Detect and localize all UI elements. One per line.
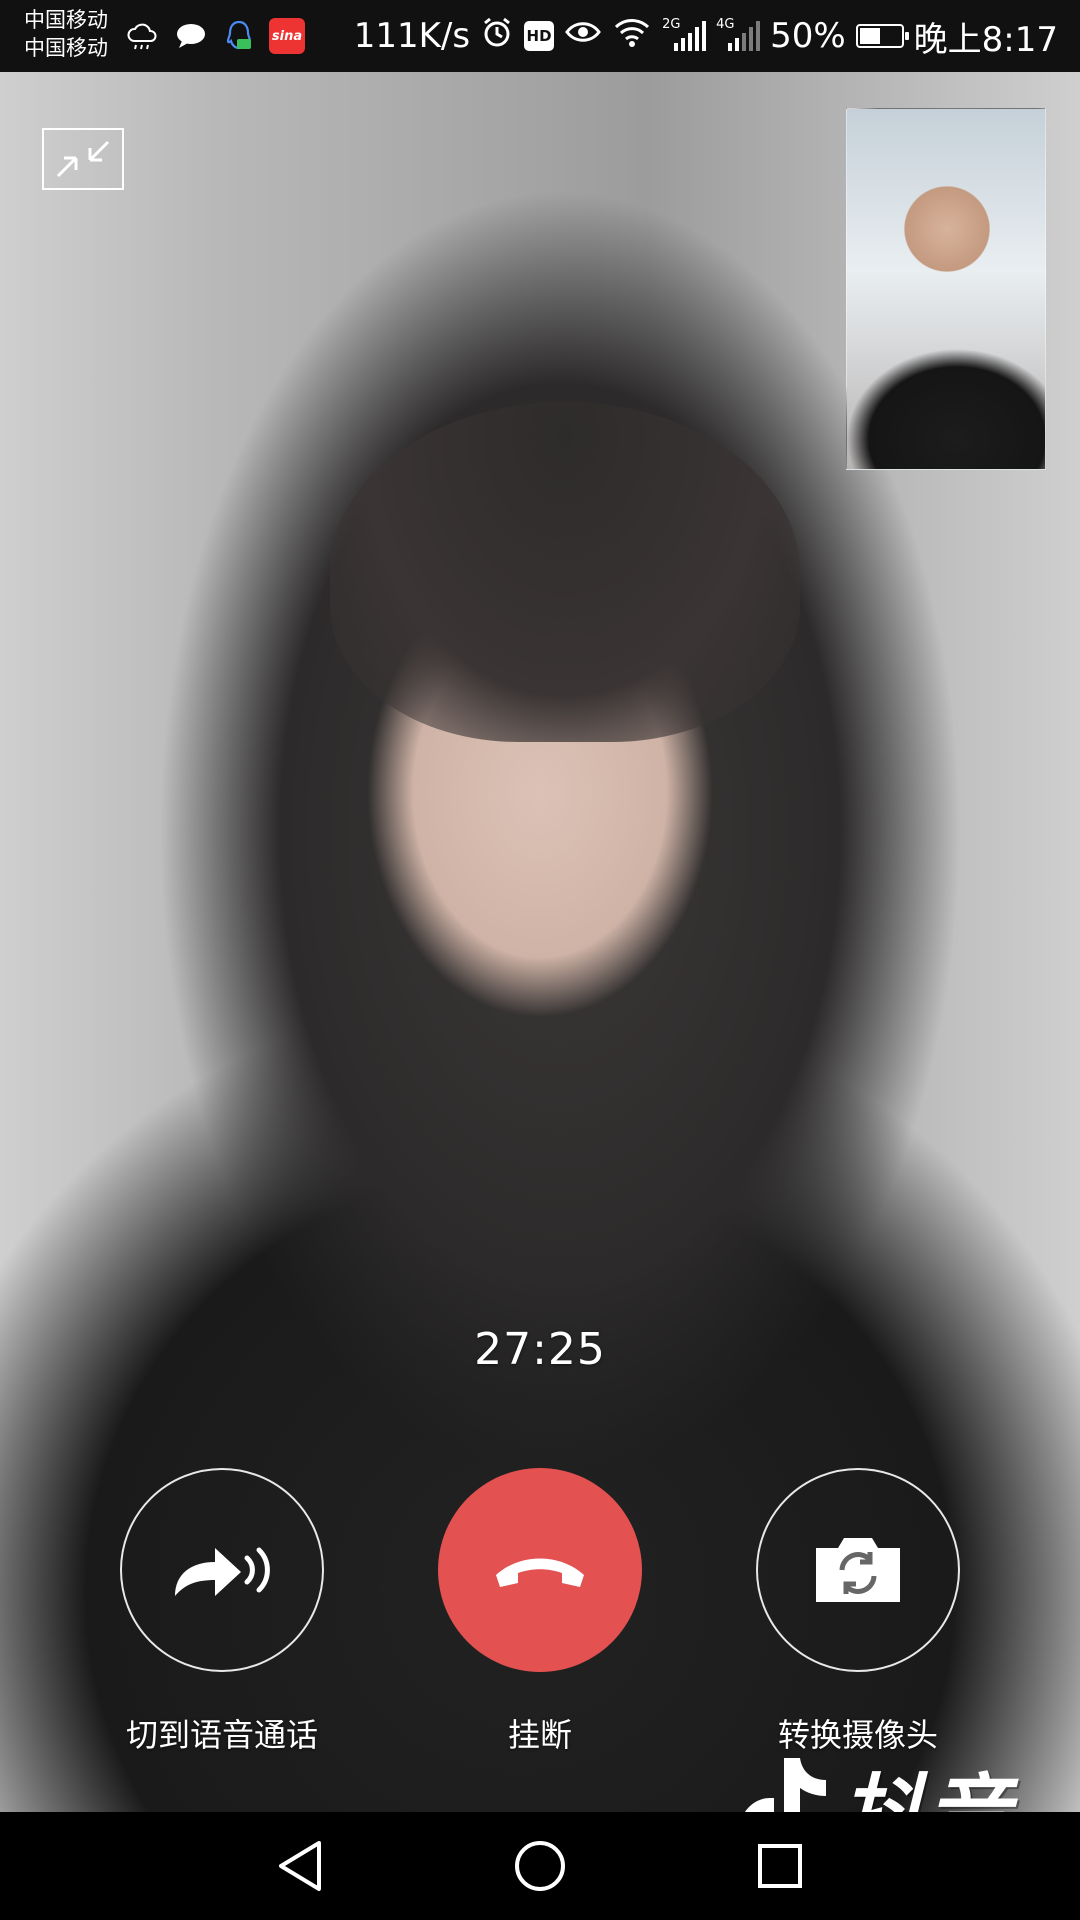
carrier-1: 中国移动 (24, 8, 108, 32)
hang-up-icon (496, 1558, 584, 1587)
remote-video-figure (330, 402, 800, 742)
minimize-button[interactable] (42, 128, 124, 190)
switch-camera-icon (816, 1538, 900, 1602)
network-speed: 111K/s (353, 16, 471, 56)
nav-recents-icon (758, 1844, 802, 1888)
notification-icons: sina (125, 18, 305, 54)
status-right: 111K/s HD 2G 4G 50% 晚上8:17 (354, 0, 1058, 72)
voice-call-icon (175, 1547, 270, 1596)
battery-icon (855, 24, 909, 48)
switch-camera-button[interactable] (756, 1468, 960, 1672)
signal-sim2-tag: 4G (716, 17, 735, 32)
qq-icon (221, 18, 257, 54)
carrier-2: 中国移动 (24, 36, 108, 60)
alarm-icon (480, 15, 514, 58)
message-icon (173, 18, 209, 54)
nav-back-button[interactable] (270, 1836, 330, 1896)
nav-home-icon (515, 1841, 565, 1891)
nav-home-button[interactable] (510, 1836, 570, 1896)
weather-icon (125, 18, 161, 54)
signal-sim2-icon: 4G (716, 17, 761, 51)
signal-sim1-tag: 2G (662, 17, 681, 32)
eye-comfort-icon (564, 16, 602, 56)
call-duration: 27:25 (474, 1324, 606, 1375)
nav-back-icon (279, 1841, 321, 1891)
hang-up-label: 挂断 (507, 1716, 572, 1754)
minimize-window-icon (56, 140, 110, 178)
status-bar: 中国移动 中国移动 sina 111K/s HD 2G 4G 50% 晚上8:1… (0, 0, 1080, 72)
navigation-bar (0, 1812, 1080, 1920)
nav-recents-button[interactable] (750, 1836, 810, 1896)
hang-up-button[interactable] (438, 1468, 642, 1672)
signal-sim1-icon: 2G (662, 17, 707, 51)
hd-voice-badge: HD (524, 21, 555, 51)
clock: 晚上8:17 (913, 19, 1058, 60)
switch-to-voice-button[interactable] (120, 1468, 324, 1672)
battery-percent: 50% (770, 16, 846, 56)
wifi-icon (612, 15, 652, 58)
carrier-labels: 中国移动 中国移动 (24, 6, 108, 62)
local-camera-preview[interactable] (846, 108, 1046, 470)
switch-to-voice-label: 切到语音通话 (125, 1716, 318, 1754)
sina-weibo-icon: sina (269, 18, 305, 54)
